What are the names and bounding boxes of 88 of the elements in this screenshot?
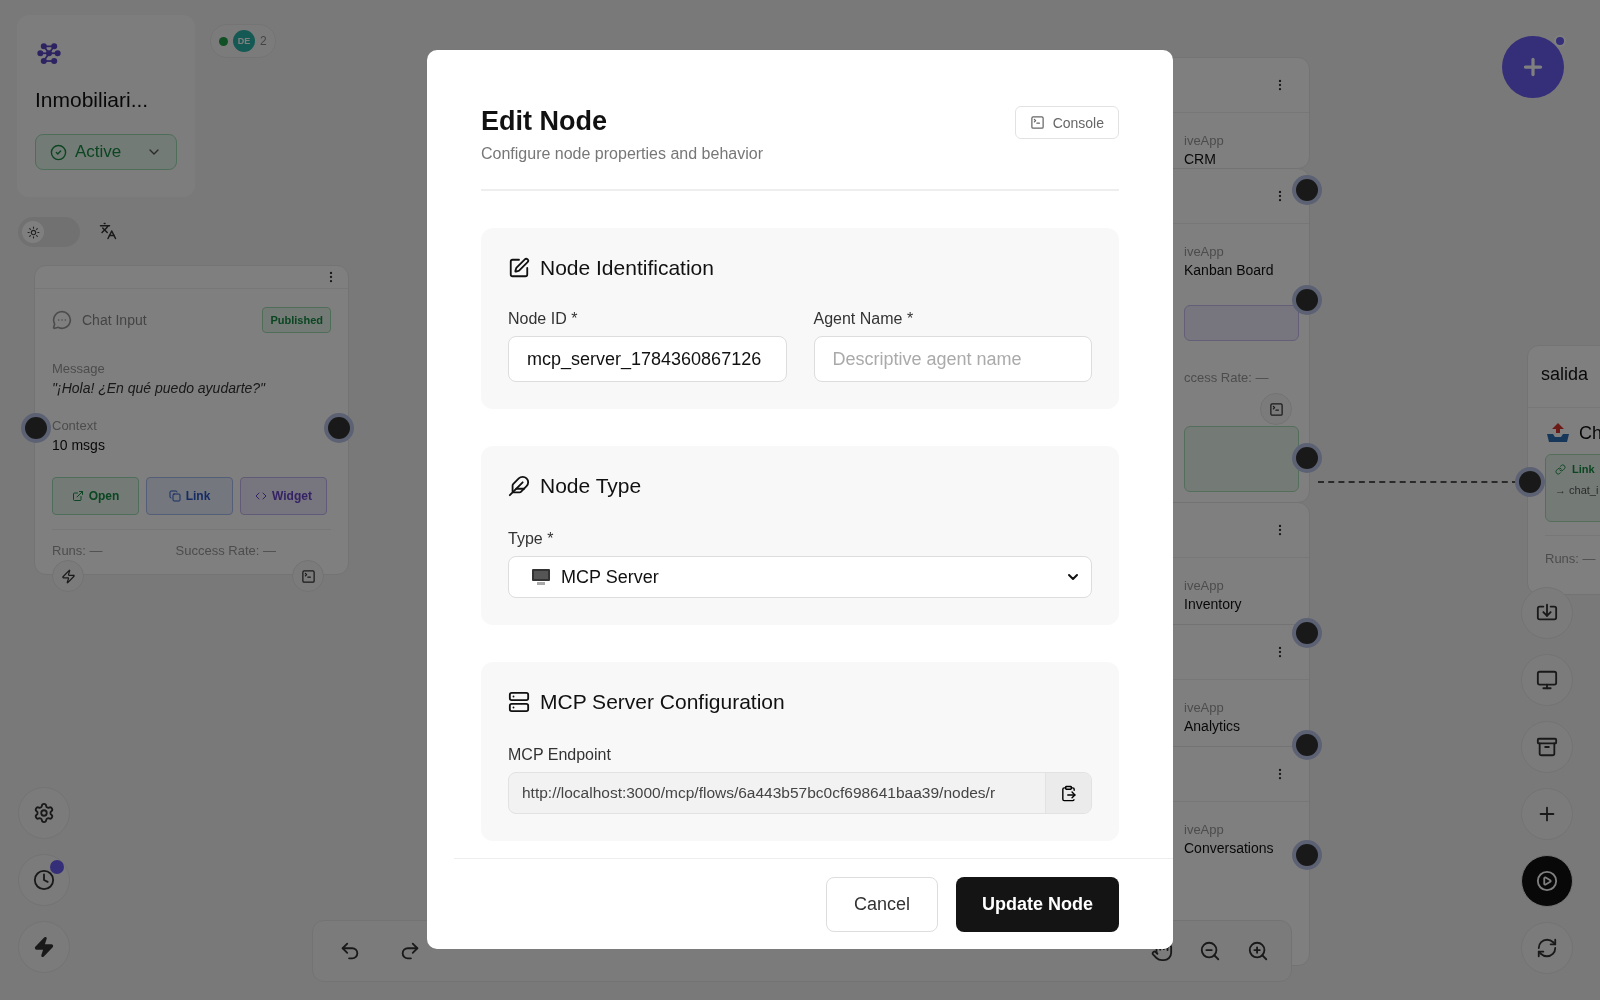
console-button[interactable]: Console xyxy=(1014,106,1119,139)
lightning-icon xyxy=(60,568,76,584)
node-name: Ch xyxy=(1579,422,1600,444)
field-label: Type * xyxy=(508,530,555,548)
zoom-in-icon xyxy=(1247,940,1269,962)
node-name: Analytics xyxy=(1184,718,1242,734)
lightning-icon xyxy=(33,936,55,958)
chat-bubble-icon xyxy=(52,310,72,330)
lightning-button[interactable] xyxy=(18,921,70,973)
connection-port[interactable] xyxy=(1296,734,1318,756)
node-name: Kanban Board xyxy=(1184,262,1275,278)
paste-button[interactable] xyxy=(1045,773,1091,813)
notification-dot xyxy=(1554,35,1566,47)
play-button[interactable] xyxy=(1521,855,1573,907)
connection-port[interactable] xyxy=(1519,471,1541,493)
dialog-title: Edit Node xyxy=(481,106,608,137)
clock-icon xyxy=(33,869,55,891)
translate-icon[interactable] xyxy=(99,222,117,240)
connection-port[interactable] xyxy=(328,417,350,439)
settings-button[interactable] xyxy=(18,787,70,839)
terminal-icon xyxy=(300,568,316,584)
monitor-icon xyxy=(1536,669,1558,691)
node-title: Chat Input xyxy=(82,312,147,328)
user-avatar: DE xyxy=(233,30,255,52)
undo-icon xyxy=(339,940,361,962)
connection-port[interactable] xyxy=(1296,289,1318,311)
field-label: Agent Name * xyxy=(813,310,915,328)
connection-port[interactable] xyxy=(25,417,47,439)
section-title: Node Identification xyxy=(540,256,714,280)
feather-icon xyxy=(508,475,530,497)
external-link-icon xyxy=(71,490,84,502)
text-field[interactable]: Descriptive agent name xyxy=(813,336,1092,382)
import-button[interactable] xyxy=(1521,587,1573,639)
settings-icon xyxy=(33,802,55,824)
widget-button[interactable]: Widget xyxy=(240,477,327,515)
open-button[interactable]: Open xyxy=(52,477,139,515)
link-button[interactable]: Link xyxy=(146,477,233,515)
link-label: Link xyxy=(1572,463,1595,475)
connection-port[interactable] xyxy=(1296,622,1318,644)
connection-port[interactable] xyxy=(1296,447,1318,469)
add-node-button[interactable] xyxy=(1521,788,1573,840)
workspace-name: Inmobiliari... xyxy=(35,88,150,113)
refresh-icon xyxy=(1536,937,1558,959)
archive-button[interactable] xyxy=(1521,721,1573,773)
play-icon xyxy=(1536,870,1558,892)
redo-icon xyxy=(399,940,421,962)
check-circle-icon xyxy=(50,143,67,161)
text-field[interactable]: mcp_server_1784360867126 xyxy=(508,336,787,382)
archive-icon xyxy=(1536,736,1558,758)
outbox-tray-icon xyxy=(1545,422,1571,444)
context-value: 10 msgs xyxy=(52,437,106,453)
monitor-button[interactable] xyxy=(1521,654,1573,706)
section-title: Node Type xyxy=(540,474,642,498)
refresh-button[interactable] xyxy=(1521,922,1573,974)
copy-icon xyxy=(168,490,181,502)
section-title: MCP Server Configuration xyxy=(540,690,785,714)
node-name: Conversations xyxy=(1184,840,1275,856)
node-name: Inventory xyxy=(1184,596,1243,612)
field-label: MCP Endpoint xyxy=(508,746,612,764)
connection-port[interactable] xyxy=(1296,844,1318,866)
terminal-icon xyxy=(1268,401,1284,417)
update-node-button[interactable]: Update Node xyxy=(956,876,1119,932)
zoom-out-icon xyxy=(1199,940,1221,962)
field-label: Node ID * xyxy=(508,310,579,328)
link-icon xyxy=(1555,463,1566,475)
terminal-icon xyxy=(1029,115,1045,130)
edit-icon xyxy=(508,257,530,279)
type-select[interactable]: MCP Server xyxy=(508,556,1092,598)
message-text: "¡Hola! ¿En qué puedo ayudarte?" xyxy=(52,380,267,396)
theme-toggle[interactable] xyxy=(18,217,80,247)
code-icon xyxy=(255,490,268,502)
dialog-subtitle: Configure node properties and behavior xyxy=(481,145,763,163)
notification-dot xyxy=(50,860,64,874)
node-title: salida xyxy=(1541,364,1589,384)
server-icon xyxy=(508,691,530,713)
online-dot xyxy=(219,36,228,46)
sun-icon xyxy=(26,225,40,239)
endpoint-field[interactable]: http://localhost:3000/mcp/flows/6a443b57bc0cf698641baa39/nodes/r xyxy=(508,772,1092,814)
history-button[interactable] xyxy=(18,854,70,906)
status-dropdown[interactable]: Active xyxy=(35,134,177,170)
clipboard-icon xyxy=(1060,784,1077,802)
network-logo-icon xyxy=(35,42,63,67)
target-text: → chat_i xyxy=(1555,484,1600,496)
cancel-button[interactable]: Cancel xyxy=(826,876,938,932)
connection-port[interactable] xyxy=(1296,179,1318,201)
monitor-icon xyxy=(531,568,551,586)
node-name: CRM xyxy=(1184,151,1217,167)
published-badge: Published xyxy=(262,307,331,333)
